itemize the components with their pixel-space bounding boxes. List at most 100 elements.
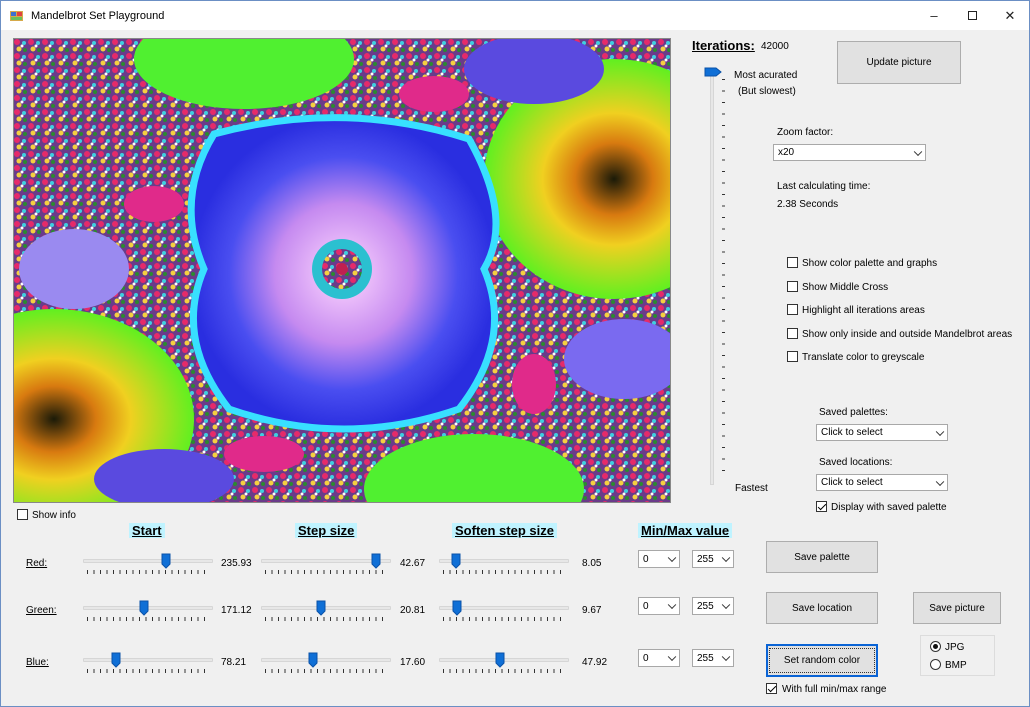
blue-start-value: 78.21 (221, 657, 247, 668)
green-step-slider-track[interactable] (261, 606, 391, 610)
close-icon: ✕ (1004, 7, 1016, 23)
show-middle-cross-checkbox[interactable] (787, 281, 798, 292)
blue-soften-slider-thumb[interactable] (495, 652, 505, 668)
red-max-select[interactable]: 255 (692, 550, 734, 568)
highlight-iterations-label: Highlight all iterations areas (802, 305, 925, 316)
blue-soften-slider-ticks (443, 669, 565, 673)
slowest-label: (But slowest) (738, 86, 796, 97)
blue-start-slider-ticks (87, 669, 209, 673)
green-channel-label: Green: (26, 605, 57, 616)
red-step-value: 42.67 (400, 558, 426, 569)
bmp-label: BMP (945, 660, 967, 671)
chevron-down-icon (721, 652, 731, 662)
blue-start-slider-thumb[interactable] (111, 652, 121, 668)
chevron-down-icon (667, 553, 677, 563)
green-step-value: 20.81 (400, 605, 426, 616)
mandelbrot-image[interactable] (13, 38, 671, 503)
blue-max-select[interactable]: 255 (692, 649, 734, 667)
save-picture-button[interactable]: Save picture (913, 592, 1001, 624)
minmax-header: Min/Max value (638, 523, 733, 538)
minimize-button[interactable]: – (915, 1, 953, 30)
green-start-slider-thumb[interactable] (139, 600, 149, 616)
zoom-factor-select[interactable]: x20 (773, 144, 926, 161)
fastest-label: Fastest (735, 483, 768, 494)
saved-locations-select[interactable]: Click to select (816, 474, 948, 491)
save-palette-button[interactable]: Save palette (766, 541, 878, 573)
bmp-radio[interactable] (930, 659, 941, 670)
show-palette-label: Show color palette and graphs (802, 258, 938, 269)
blue-step-slider-ticks (265, 669, 387, 673)
blue-step-slider-track[interactable] (261, 658, 391, 662)
main-window: Mandelbrot Set Playground – ✕ Show info … (0, 0, 1030, 707)
blue-step-value: 17.60 (400, 657, 426, 668)
green-soften-slider-ticks (443, 617, 565, 621)
green-start-slider-ticks (87, 617, 209, 621)
inside-outside-checkbox[interactable] (787, 328, 798, 339)
green-step-slider-ticks (265, 617, 387, 621)
start-header: Start (129, 523, 165, 538)
display-saved-palette-label: Display with saved palette (831, 502, 947, 513)
full-range-checkbox[interactable] (766, 683, 777, 694)
saved-palettes-label: Saved palettes: (819, 407, 888, 418)
blue-channel-label: Blue: (26, 657, 49, 668)
red-soften-slider-thumb[interactable] (451, 553, 461, 569)
chevron-down-icon (721, 600, 731, 610)
app-icon (10, 9, 23, 21)
window-title: Mandelbrot Set Playground (31, 10, 165, 22)
most-accurate-label: Most acurated (734, 70, 798, 81)
maximize-button[interactable] (953, 1, 991, 30)
show-middle-cross-label: Show Middle Cross (802, 282, 889, 293)
green-soften-slider-thumb[interactable] (452, 600, 462, 616)
iterations-value: 42000 (761, 41, 789, 52)
greyscale-label: Translate color to greyscale (802, 352, 925, 363)
show-palette-checkbox[interactable] (787, 257, 798, 268)
save-location-button[interactable]: Save location (766, 592, 878, 624)
green-max-select[interactable]: 255 (692, 597, 734, 615)
title-bar: Mandelbrot Set Playground – ✕ (1, 1, 1029, 30)
blue-start-slider-track[interactable] (83, 658, 213, 662)
update-picture-button[interactable]: Update picture (837, 41, 961, 84)
red-start-slider-ticks (87, 570, 209, 574)
maximize-icon (967, 11, 977, 20)
jpg-radio[interactable] (930, 641, 941, 652)
close-button[interactable]: ✕ (991, 1, 1029, 30)
chevron-down-icon (935, 427, 945, 436)
set-random-color-button[interactable]: Set random color (766, 644, 878, 677)
red-step-slider-thumb[interactable] (371, 553, 381, 569)
calc-time-label: Last calculating time: (777, 181, 871, 192)
iterations-slider-thumb[interactable] (704, 67, 722, 80)
red-soften-slider-ticks (443, 570, 565, 574)
saved-palettes-select[interactable]: Click to select (816, 424, 948, 441)
green-soften-value: 9.67 (582, 605, 602, 616)
saved-locations-label: Saved locations: (819, 457, 893, 468)
full-range-label: With full min/max range (782, 684, 887, 695)
red-channel-label: Red: (26, 558, 48, 569)
red-start-slider-thumb[interactable] (161, 553, 171, 569)
iterations-slider-ticks (722, 79, 725, 479)
fractal-picture (14, 39, 670, 502)
iterations-label: Iterations: (692, 38, 755, 53)
chevron-down-icon (935, 477, 945, 486)
zoom-factor-label: Zoom factor: (777, 127, 834, 138)
green-start-value: 171.12 (221, 605, 252, 616)
green-step-slider-thumb[interactable] (316, 600, 326, 616)
blue-min-select[interactable]: 0 (638, 649, 680, 667)
chevron-down-icon (667, 600, 677, 610)
red-min-select[interactable]: 0 (638, 550, 680, 568)
chevron-down-icon (913, 147, 923, 156)
red-step-slider-ticks (265, 570, 387, 574)
calc-time-value: 2.38 Seconds (777, 199, 839, 210)
green-min-select[interactable]: 0 (638, 597, 680, 615)
highlight-iterations-checkbox[interactable] (787, 304, 798, 315)
chevron-down-icon (667, 652, 677, 662)
blue-step-slider-thumb[interactable] (308, 652, 318, 668)
red-start-value: 235.93 (221, 558, 252, 569)
show-info-checkbox[interactable] (17, 509, 28, 520)
red-start-slider-track[interactable] (83, 559, 213, 563)
greyscale-checkbox[interactable] (787, 351, 798, 362)
jpg-label: JPG (945, 642, 965, 653)
display-saved-palette-checkbox[interactable] (816, 501, 827, 512)
inside-outside-label: Show only inside and outside Mandelbrot … (802, 329, 1013, 340)
iterations-slider-track[interactable] (710, 71, 714, 485)
blue-soften-value: 47.92 (582, 657, 608, 668)
